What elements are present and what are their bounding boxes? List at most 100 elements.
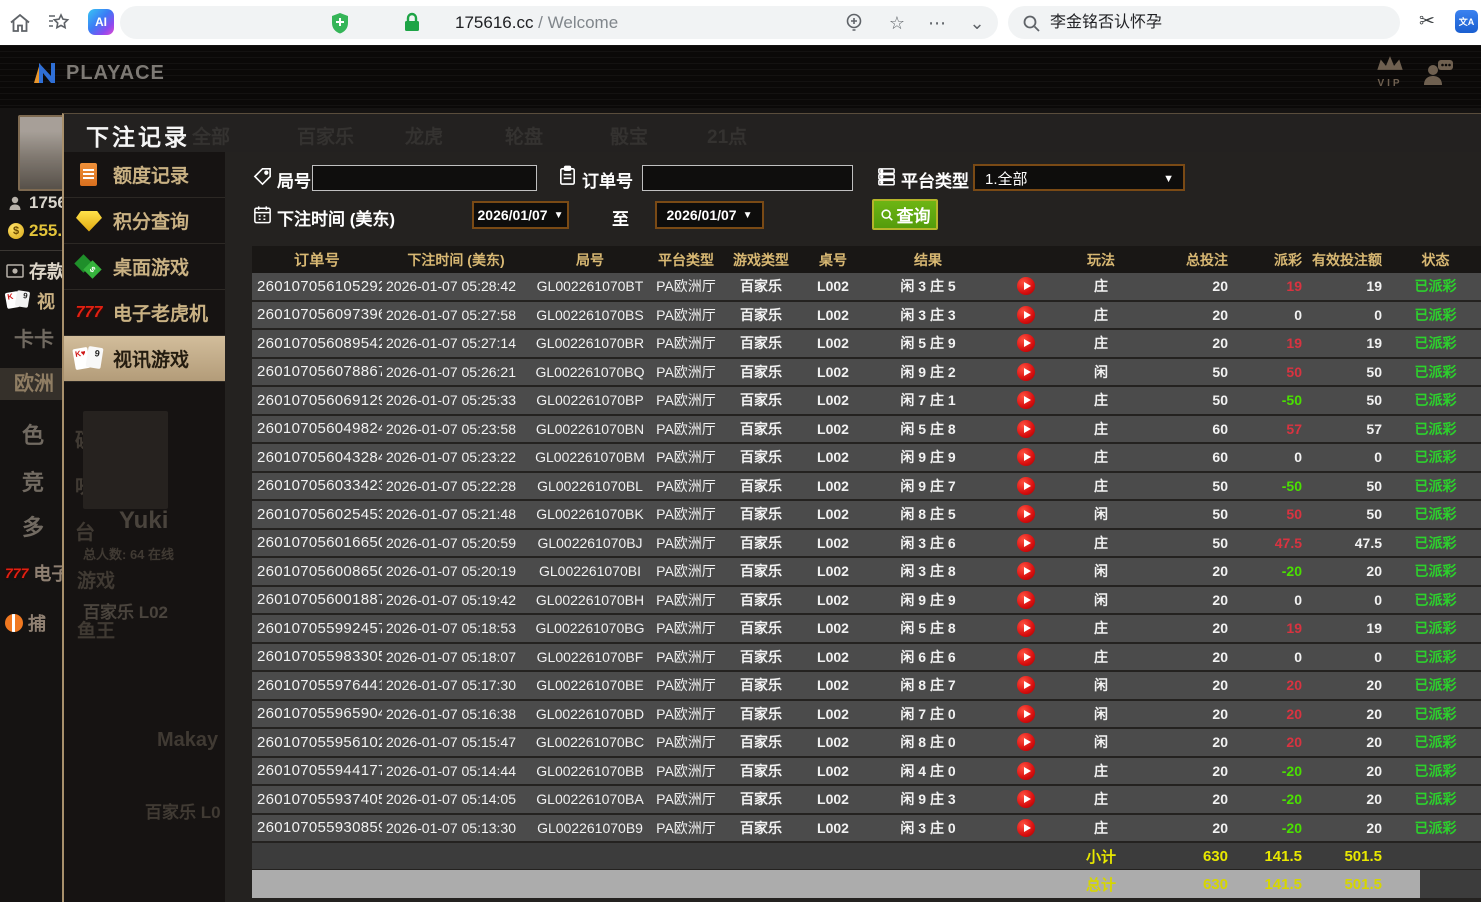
cell-platform: PA欧洲厅 xyxy=(650,704,722,724)
customer-service-icon[interactable] xyxy=(1420,55,1456,91)
cell-status: 已派彩 xyxy=(1390,761,1481,781)
replay-play-button[interactable] xyxy=(1017,534,1035,552)
cell-play-type: 闲 xyxy=(1062,362,1140,382)
favorite-star-icon[interactable]: ☆ xyxy=(885,11,909,35)
table-body: 2601070561052922026-01-07 05:28:42GL0022… xyxy=(252,273,1481,843)
col-header: 下注时间 (美东) xyxy=(382,250,530,270)
slots-row[interactable]: 777 电子 xyxy=(5,560,69,586)
screenshot-scissors-icon[interactable]: ✂ xyxy=(1419,10,1435,33)
replay-play-button[interactable] xyxy=(1017,591,1035,609)
slot-777-icon: 777 xyxy=(5,565,28,581)
cell-replay xyxy=(990,591,1062,609)
table-row: 2601070559764412026-01-07 05:17:30GL0022… xyxy=(252,672,1481,701)
replay-play-button[interactable] xyxy=(1017,762,1035,780)
replay-play-button[interactable] xyxy=(1017,819,1035,837)
subtotal-payout: 141.5 xyxy=(1232,848,1304,865)
cell-status: 已派彩 xyxy=(1390,818,1481,838)
cell-round: GL002261070BI xyxy=(530,563,650,579)
cell-order: 260107055976441 xyxy=(252,677,382,694)
home-icon[interactable] xyxy=(8,11,32,35)
deposit-row[interactable]: 存款 xyxy=(6,258,65,284)
col-header: 桌号 xyxy=(800,250,866,270)
cell-platform: PA欧洲厅 xyxy=(650,504,722,524)
background-tab: 龙虎 xyxy=(405,122,443,149)
cell-time: 2026-01-07 05:27:58 xyxy=(382,307,530,323)
platform-select[interactable]: 1.全部 ▼ xyxy=(973,164,1185,191)
date-from-picker[interactable]: 2026/01/07▼ xyxy=(472,201,569,229)
dropdown-chevron-icon[interactable]: ⌄ xyxy=(965,11,989,35)
total-valid: 501.5 xyxy=(1304,876,1390,893)
replay-play-button[interactable] xyxy=(1017,477,1035,495)
date-to-picker[interactable]: 2026/01/07▼ xyxy=(655,201,764,229)
sidebar-tab-0[interactable]: 色 xyxy=(22,418,44,450)
replay-play-button[interactable] xyxy=(1017,363,1035,381)
menu-item-table[interactable]: 桌面游戏 xyxy=(64,244,225,290)
cell-total-bet: 50 xyxy=(1140,364,1232,380)
cell-replay xyxy=(990,819,1062,837)
replay-play-button[interactable] xyxy=(1017,334,1035,352)
menu-item-gem[interactable]: 积分查询 xyxy=(64,198,225,244)
cell-order: 260107055992457 xyxy=(252,620,382,637)
replay-play-button[interactable] xyxy=(1017,733,1035,751)
replay-play-button[interactable] xyxy=(1017,391,1035,409)
money-bag-icon: $ xyxy=(8,223,24,239)
translate-icon[interactable]: 文A xyxy=(1455,10,1478,33)
menu-item-slot[interactable]: 777电子老虎机 xyxy=(64,290,225,336)
search-box[interactable]: 李金铭否认怀孕 xyxy=(1008,6,1400,39)
menu-item-doc[interactable]: 额度记录 xyxy=(64,152,225,198)
bookmark-star-icon[interactable] xyxy=(47,11,71,35)
cell-time: 2026-01-07 05:28:42 xyxy=(382,278,530,294)
cell-status: 已派彩 xyxy=(1390,333,1481,353)
replay-play-button[interactable] xyxy=(1017,705,1035,723)
cell-order: 260107056025453 xyxy=(252,506,382,523)
replay-play-button[interactable] xyxy=(1017,676,1035,694)
dealer-photo-ghost xyxy=(83,411,168,509)
dropdown-arrow-icon: ▼ xyxy=(743,210,753,221)
menu-item-cards[interactable]: 视讯游戏 xyxy=(64,336,225,382)
cell-payout: 20 xyxy=(1232,734,1304,750)
sidebar-tab-1[interactable]: 竞 xyxy=(22,465,44,497)
sidebar-tab-2[interactable]: 多 xyxy=(22,510,44,542)
cell-game: 百家乐 xyxy=(722,476,800,496)
cell-platform: PA欧洲厅 xyxy=(650,305,722,325)
cell-round: GL002261070B9 xyxy=(530,820,650,836)
cell-time: 2026-01-07 05:17:30 xyxy=(382,677,530,693)
cell-game: 百家乐 xyxy=(722,276,800,296)
cell-status: 已派彩 xyxy=(1390,476,1481,496)
cell-time: 2026-01-07 05:20:19 xyxy=(382,563,530,579)
replay-play-button[interactable] xyxy=(1017,562,1035,580)
replay-play-button[interactable] xyxy=(1017,648,1035,666)
replay-play-button[interactable] xyxy=(1017,619,1035,637)
adblock-shield-icon[interactable] xyxy=(328,11,352,35)
cell-order: 260107055956102 xyxy=(252,734,382,751)
cell-status: 已派彩 xyxy=(1390,618,1481,638)
cell-valid-bet: 19 xyxy=(1304,620,1390,636)
brand-logo[interactable]: PLAYACE xyxy=(32,60,165,86)
replay-play-button[interactable] xyxy=(1017,420,1035,438)
fishing-row[interactable]: 捕 xyxy=(5,610,46,636)
order-input[interactable] xyxy=(642,165,853,191)
search-icon xyxy=(1020,12,1044,36)
query-button[interactable]: 查询 xyxy=(872,199,938,230)
cell-game: 百家乐 xyxy=(722,761,800,781)
cell-time: 2026-01-07 05:14:05 xyxy=(382,791,530,807)
replay-play-button[interactable] xyxy=(1017,448,1035,466)
video-games-row[interactable]: 视 xyxy=(6,288,55,314)
replay-play-button[interactable] xyxy=(1017,277,1035,295)
replay-play-button[interactable] xyxy=(1017,790,1035,808)
replay-play-button[interactable] xyxy=(1017,306,1035,324)
play-triangle-icon xyxy=(1024,653,1031,661)
table-row: 2601070560691292026-01-07 05:25:33GL0022… xyxy=(252,387,1481,416)
vip-button[interactable]: VIP xyxy=(1368,53,1412,89)
overflow-menu-icon[interactable]: ⋯ xyxy=(925,11,949,35)
cell-total-bet: 60 xyxy=(1140,421,1232,437)
table-label-ghost: 百家乐 L0 xyxy=(145,798,221,823)
round-input[interactable] xyxy=(312,165,537,191)
cell-round: GL002261070BF xyxy=(530,649,650,665)
user-icon xyxy=(8,195,24,211)
cell-table-no: L002 xyxy=(800,649,866,665)
ai-extension-icon[interactable]: AI xyxy=(88,9,114,35)
replay-play-button[interactable] xyxy=(1017,505,1035,523)
insights-icon[interactable] xyxy=(842,11,866,35)
address-bar[interactable]: 175616.cc / Welcome ☆ ⋯ ⌄ xyxy=(120,6,998,39)
